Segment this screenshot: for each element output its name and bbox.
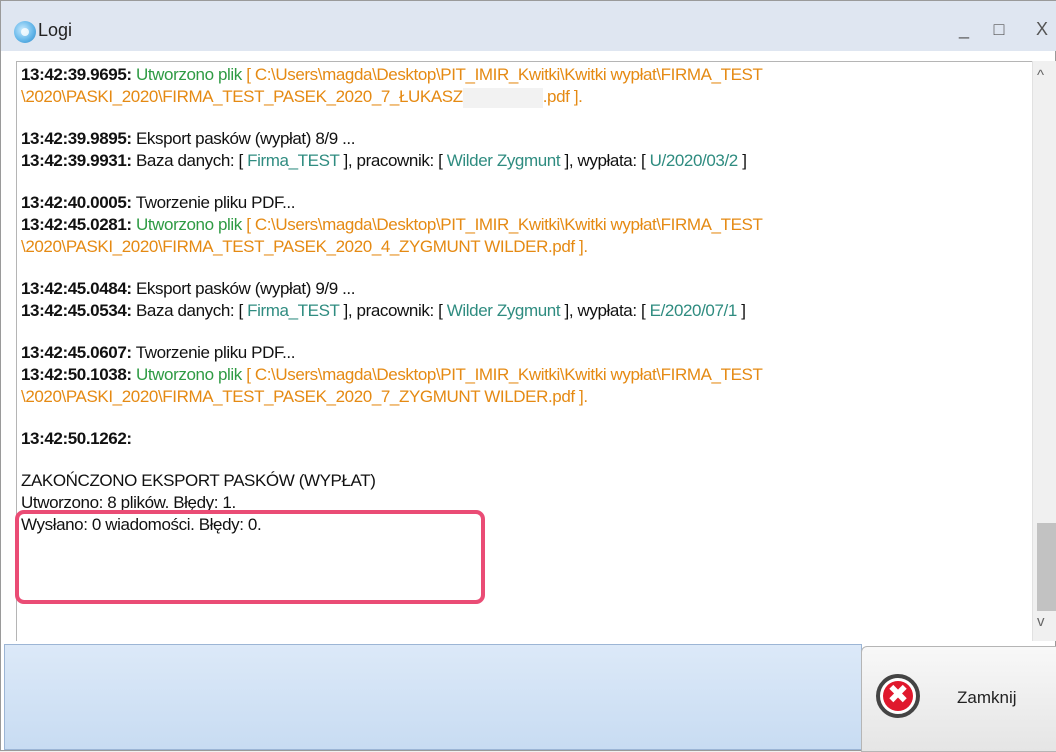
message: Tworzenie pliku PDF...	[135, 193, 296, 212]
maximize-button[interactable]: □	[986, 19, 1012, 40]
timestamp: 13:42:39.9695:	[21, 65, 132, 84]
employee-label: ], pracownik: [	[343, 301, 447, 320]
timestamp: 13:42:50.1262:	[21, 429, 132, 448]
log-content: 13:42:39.9695: Utworzono plik [ C:\Users…	[21, 64, 1032, 536]
database-name: Firma_TEST	[247, 301, 340, 320]
timestamp: 13:42:45.0484:	[21, 279, 132, 298]
timestamp: 13:42:39.9895:	[21, 129, 132, 148]
file-path: [ C:\Users\magda\Desktop\PIT_IMIR_Kwitki…	[246, 365, 763, 384]
minimize-button[interactable]: _	[951, 19, 977, 40]
status-text: Utworzono plik	[135, 215, 242, 234]
payment-label: ], wypłata: [	[564, 151, 650, 170]
window-title: Logi	[38, 20, 73, 40]
bottom-panel	[4, 644, 862, 750]
file-path-end: .pdf ].	[542, 87, 583, 106]
status-text: Utworzono plik	[135, 65, 242, 84]
close-window-button[interactable]: X	[1029, 19, 1055, 40]
scroll-up-icon[interactable]: ^	[1037, 67, 1044, 84]
log-entry: 13:42:45.0607: Tworzenie pliku PDF... 13…	[21, 342, 1032, 408]
summary-title: ZAKOŃCZONO EKSPORT PASKÓW (WYPŁAT)	[21, 471, 376, 490]
closing-bracket: ]	[742, 151, 747, 170]
logs-window: Logi _ □ X 13:42:39.9695: Utworzono plik…	[0, 0, 1056, 752]
timestamp: 13:42:39.9931:	[21, 151, 132, 170]
log-entry: 13:42:45.0484: Eksport pasków (wypłat) 9…	[21, 278, 1032, 322]
scroll-down-icon[interactable]: v	[1037, 613, 1045, 630]
app-icon	[14, 21, 36, 43]
file-path: [ C:\Users\magda\Desktop\PIT_IMIR_Kwitki…	[246, 215, 763, 234]
redacted-name	[462, 87, 543, 108]
closing-bracket: ]	[741, 301, 746, 320]
close-button[interactable]: ✖ Zamknij	[861, 646, 1056, 752]
employee-label: ], pracownik: [	[343, 151, 447, 170]
db-label: Baza danych: [	[135, 301, 248, 320]
file-path: \2020\PASKI_2020\FIRMA_TEST_PASEK_2020_7…	[21, 387, 588, 406]
file-path: [ C:\Users\magda\Desktop\PIT_IMIR_Kwitki…	[246, 65, 763, 84]
log-entry: 13:42:40.0005: Tworzenie pliku PDF... 13…	[21, 192, 1032, 258]
scrollbar-thumb[interactable]	[1037, 523, 1056, 611]
summary-block: ZAKOŃCZONO EKSPORT PASKÓW (WYPŁAT) Utwor…	[21, 470, 1032, 536]
close-button-label: Zamknij	[957, 688, 1017, 707]
close-icon: ✖	[876, 674, 920, 718]
timestamp: 13:42:45.0534:	[21, 301, 132, 320]
message: Eksport pasków (wypłat) 9/9 ...	[135, 279, 356, 298]
message: Eksport pasków (wypłat) 8/9 ...	[135, 129, 356, 148]
file-path: \2020\PASKI_2020\FIRMA_TEST_PASEK_2020_4…	[21, 237, 588, 256]
payment-label: ], wypłata: [	[564, 301, 650, 320]
summary-sent: Wysłano: 0 wiadomości. Błędy: 0.	[21, 515, 262, 534]
timestamp: 13:42:40.0005:	[21, 193, 132, 212]
db-label: Baza danych: [	[135, 151, 248, 170]
timestamp: 13:42:45.0281:	[21, 215, 132, 234]
log-entry: 13:42:50.1262:	[21, 428, 1032, 450]
summary-created: Utworzono: 8 plików. Błędy: 1.	[21, 493, 236, 512]
log-entry: 13:42:39.9895: Eksport pasków (wypłat) 8…	[21, 128, 1032, 172]
employee-name: Wilder Zygmunt	[446, 301, 561, 320]
log-entry: 13:42:39.9695: Utworzono plik [ C:\Users…	[21, 64, 1032, 108]
payment-id: E/2020/07/1	[649, 301, 738, 320]
employee-name: Wilder Zygmunt	[446, 151, 561, 170]
file-path: \2020\PASKI_2020\FIRMA_TEST_PASEK_2020_7…	[21, 87, 463, 106]
message: Tworzenie pliku PDF...	[135, 343, 296, 362]
timestamp: 13:42:45.0607:	[21, 343, 132, 362]
payment-id: U/2020/03/2	[649, 151, 739, 170]
log-area[interactable]: 13:42:39.9695: Utworzono plik [ C:\Users…	[16, 61, 1032, 641]
title-bar: Logi _ □ X	[1, 1, 1056, 51]
database-name: Firma_TEST	[247, 151, 340, 170]
vertical-scrollbar[interactable]: ^ v	[1032, 61, 1056, 641]
timestamp: 13:42:50.1038:	[21, 365, 132, 384]
status-text: Utworzono plik	[135, 365, 242, 384]
